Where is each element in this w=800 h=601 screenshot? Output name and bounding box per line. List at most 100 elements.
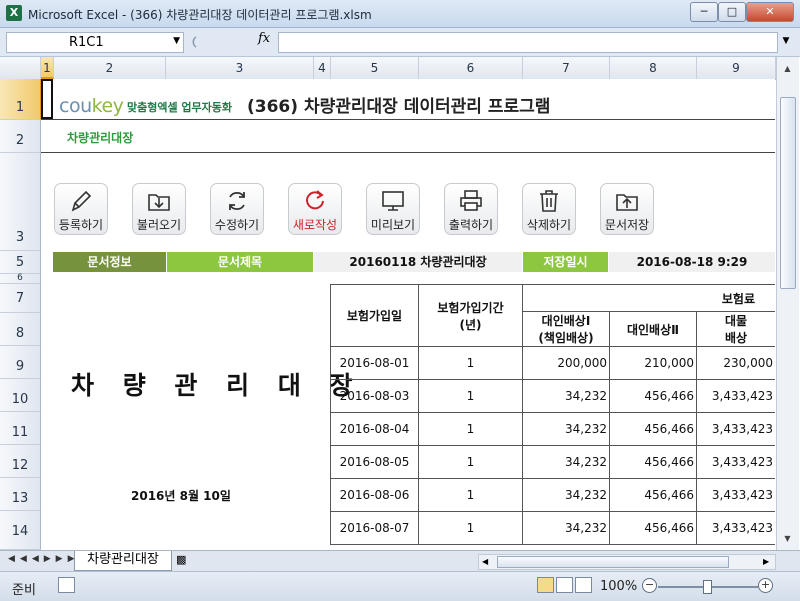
cell-period[interactable]: 1 bbox=[418, 445, 523, 479]
row-header[interactable]: 12 bbox=[0, 445, 41, 478]
scroll-up-icon[interactable]: ▲ bbox=[780, 61, 795, 76]
select-all-corner[interactable] bbox=[0, 57, 41, 79]
scroll-left-icon[interactable]: ◀ bbox=[482, 555, 488, 569]
table-row[interactable]: 2016-08-03 1 34,232 456,466 3,433,423 bbox=[330, 379, 775, 413]
register-button[interactable]: 등록하기 bbox=[54, 183, 108, 235]
close-button[interactable]: ✕ bbox=[746, 2, 794, 22]
chevron-down-icon[interactable]: ▼ bbox=[173, 36, 180, 46]
cell-period[interactable]: 1 bbox=[418, 511, 523, 545]
row-header[interactable]: 3 bbox=[0, 153, 41, 251]
preview-button[interactable]: 미리보기 bbox=[366, 183, 420, 235]
row-header[interactable]: 10 bbox=[0, 379, 41, 412]
row-header[interactable]: 13 bbox=[0, 478, 41, 511]
formula-bar-splitter[interactable] bbox=[188, 34, 248, 50]
cell-bi1[interactable]: 200,000 bbox=[522, 346, 610, 380]
save-time-value[interactable]: 2016-08-18 9:29 bbox=[609, 252, 775, 272]
minimize-button[interactable]: ─ bbox=[690, 2, 718, 22]
cell-bi2[interactable]: 210,000 bbox=[609, 346, 697, 380]
save-document-button[interactable]: 문서저장 bbox=[600, 183, 654, 235]
row-header[interactable]: 8 bbox=[0, 313, 41, 346]
cell-period[interactable]: 1 bbox=[418, 379, 523, 413]
macro-record-icon[interactable] bbox=[58, 577, 75, 593]
horizontal-scroll-thumb[interactable] bbox=[497, 556, 729, 568]
column-header[interactable]: 2 bbox=[54, 57, 166, 79]
cell-bi2[interactable]: 456,466 bbox=[609, 379, 697, 413]
table-row[interactable]: 2016-08-04 1 34,232 456,466 3,433,423 bbox=[330, 412, 775, 446]
zoom-slider-handle[interactable] bbox=[703, 580, 712, 594]
normal-view-icon[interactable] bbox=[537, 577, 554, 593]
delete-button[interactable]: 삭제하기 bbox=[522, 183, 576, 235]
column-header[interactable]: 4 bbox=[314, 57, 331, 79]
row-header[interactable]: 2 bbox=[0, 120, 41, 153]
row-header[interactable]: 11 bbox=[0, 412, 41, 445]
cell-prop[interactable]: 3,433,423 bbox=[696, 379, 775, 413]
cell-prop[interactable]: 3,433,423 bbox=[696, 412, 775, 446]
column-header[interactable]: 6 bbox=[419, 57, 523, 79]
cell-prop[interactable]: 3,433,423 bbox=[696, 445, 775, 479]
column-header[interactable]: 7 bbox=[523, 57, 610, 79]
cell-bi1[interactable]: 34,232 bbox=[522, 445, 610, 479]
horizontal-scrollbar[interactable]: ◀ ▶ bbox=[478, 554, 776, 570]
vertical-scroll-thumb[interactable] bbox=[780, 97, 796, 289]
column-header[interactable]: 5 bbox=[331, 57, 419, 79]
insert-function-icon[interactable]: fx bbox=[258, 31, 270, 46]
excel-app-icon[interactable]: X bbox=[6, 5, 22, 21]
doc-title-value[interactable]: 20160118 차량관리대장 bbox=[314, 252, 522, 272]
table-row[interactable]: 2016-08-05 1 34,232 456,466 3,433,423 bbox=[330, 445, 775, 479]
cell-bi1[interactable]: 34,232 bbox=[522, 412, 610, 446]
page-break-view-icon[interactable] bbox=[575, 577, 592, 593]
active-cell[interactable] bbox=[41, 79, 53, 119]
insert-sheet-icon[interactable]: ▩ bbox=[176, 553, 194, 567]
scroll-down-icon[interactable]: ▼ bbox=[780, 531, 795, 546]
scroll-right-icon[interactable]: ▶ bbox=[763, 555, 769, 569]
column-header[interactable]: 1 bbox=[41, 57, 54, 79]
load-button[interactable]: 불러오기 bbox=[132, 183, 186, 235]
sheet-tab[interactable]: 차량관리대장 bbox=[74, 551, 172, 571]
cell-date[interactable]: 2016-08-04 bbox=[330, 412, 419, 446]
name-box[interactable]: R1C1 ▼ bbox=[6, 32, 184, 53]
cell-prop[interactable]: 3,433,423 bbox=[696, 478, 775, 512]
worksheet-grid[interactable]: coukey 맞춤형엑셀 업무자동화 (366) 차량관리대장 데이터관리 프로… bbox=[41, 79, 775, 549]
print-button[interactable]: 출력하기 bbox=[444, 183, 498, 235]
cell-date[interactable]: 2016-08-05 bbox=[330, 445, 419, 479]
cell-period[interactable]: 1 bbox=[418, 478, 523, 512]
column-header[interactable]: 3 bbox=[166, 57, 314, 79]
maximize-button[interactable]: □ bbox=[718, 2, 746, 22]
vertical-scrollbar[interactable]: ▲ ▼ bbox=[776, 57, 799, 550]
edit-button[interactable]: 수정하기 bbox=[210, 183, 264, 235]
row-header[interactable]: 5 bbox=[0, 251, 41, 274]
cell-bi2[interactable]: 456,466 bbox=[609, 445, 697, 479]
table-row[interactable]: 2016-08-07 1 34,232 456,466 3,433,423 bbox=[330, 511, 775, 545]
zoom-out-icon[interactable]: − bbox=[642, 578, 657, 593]
cell-bi2[interactable]: 456,466 bbox=[609, 511, 697, 545]
zoom-level[interactable]: 100% bbox=[600, 579, 637, 594]
cell-bi1[interactable]: 34,232 bbox=[522, 511, 610, 545]
sheet-navigation-arrows[interactable]: ◀◀◀▶▶▶ bbox=[8, 554, 80, 564]
cell-prop[interactable]: 230,000 bbox=[696, 346, 775, 380]
new-document-button[interactable]: 새로작성 bbox=[288, 183, 342, 235]
row-header[interactable]: 9 bbox=[0, 346, 41, 379]
cell-prop[interactable]: 3,433,423 bbox=[696, 511, 775, 545]
table-row[interactable]: 2016-08-06 1 34,232 456,466 3,433,423 bbox=[330, 478, 775, 512]
cell-date[interactable]: 2016-08-07 bbox=[330, 511, 419, 545]
page-layout-view-icon[interactable] bbox=[556, 577, 573, 593]
cell-bi2[interactable]: 456,466 bbox=[609, 412, 697, 446]
cell-period[interactable]: 1 bbox=[418, 412, 523, 446]
row-header[interactable]: 1 bbox=[0, 79, 42, 120]
cell-period[interactable]: 1 bbox=[418, 346, 523, 380]
cell-date[interactable]: 2016-08-01 bbox=[330, 346, 419, 380]
cell-date[interactable]: 2016-08-03 bbox=[330, 379, 419, 413]
row-header[interactable]: 6 bbox=[0, 274, 41, 284]
formula-input[interactable] bbox=[278, 32, 778, 53]
expand-formula-icon[interactable]: ▼ bbox=[778, 32, 794, 51]
row-header[interactable]: 14 bbox=[0, 511, 41, 550]
cell-bi2[interactable]: 456,466 bbox=[609, 478, 697, 512]
zoom-in-icon[interactable]: + bbox=[758, 578, 773, 593]
cell-bi1[interactable]: 34,232 bbox=[522, 379, 610, 413]
column-header[interactable]: 8 bbox=[610, 57, 697, 79]
cell-bi1[interactable]: 34,232 bbox=[522, 478, 610, 512]
column-header[interactable]: 9 bbox=[697, 57, 776, 79]
cell-date[interactable]: 2016-08-06 bbox=[330, 478, 419, 512]
row-header[interactable]: 7 bbox=[0, 284, 41, 313]
table-row[interactable]: 2016-08-01 1 200,000 210,000 230,000 bbox=[330, 346, 775, 380]
